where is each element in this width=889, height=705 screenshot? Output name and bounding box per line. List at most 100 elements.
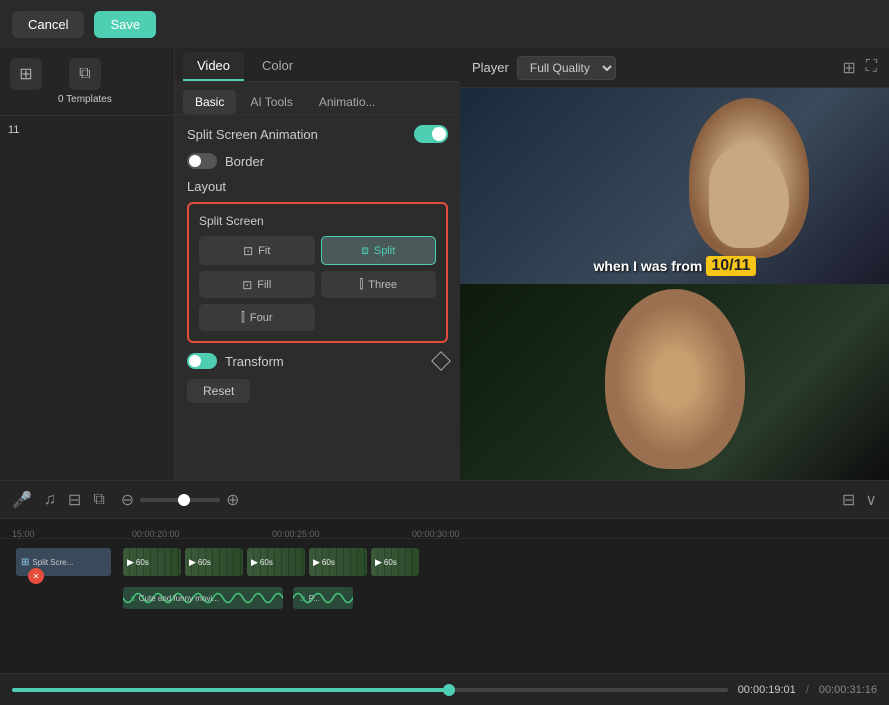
split-btn-three[interactable]: ⫿ Three	[321, 271, 437, 298]
progress-track[interactable]	[12, 688, 728, 692]
three-label: Three	[368, 279, 397, 291]
top-bar: Cancel Save	[0, 0, 889, 48]
caption-icon[interactable]: ⊟	[68, 490, 81, 510]
audio-clip-1[interactable]: ♫ Cute and funny movi...	[123, 587, 283, 609]
tl-right-icons: ⊟ ∨	[842, 490, 877, 510]
split-btn-split[interactable]: ⧈ Split	[321, 236, 437, 265]
split-btn-fill[interactable]: ⊡ Fill	[199, 271, 315, 298]
clip-label-2: 60s	[198, 558, 211, 567]
layout-title: Layout	[187, 179, 448, 194]
player-label: Player	[472, 60, 509, 75]
tab-video[interactable]: Video	[183, 52, 244, 81]
split-screen-box: Split Screen ⊡ Fit ⧈ Split ⊡ Fill	[187, 202, 448, 343]
progress-bar-area: 00:00:19:01 / 00:00:31:16	[0, 673, 889, 705]
player-area: Player Full Quality ⊞ ⛶ when I was from …	[460, 48, 889, 480]
sidebar-item-grid[interactable]: ⊞	[10, 58, 42, 105]
video-mockup: when I was from 10/11	[460, 88, 889, 480]
four-icon: ⫿	[241, 310, 245, 325]
transform-left: Transform	[187, 353, 284, 369]
audio-note-icon-1: ♫	[129, 593, 136, 603]
split-grid: ⊡ Fit ⧈ Split ⊡ Fill ⫿ T	[199, 236, 436, 331]
mic-icon[interactable]: 🎤	[12, 490, 32, 510]
split-clip-badge: ✕	[28, 568, 44, 584]
clip-video-5[interactable]: ▶ 60s	[371, 548, 419, 576]
split-animation-row: Split Screen Animation	[187, 125, 448, 143]
clip-video-4[interactable]: ▶ 60s	[309, 548, 367, 576]
clip-video-3[interactable]: ▶ 60s	[247, 548, 305, 576]
clip-label-1: 60s	[136, 558, 149, 567]
left-sidebar: ⊞ ⧉ 0 Templates 11	[0, 48, 175, 480]
grid-view-icon[interactable]: ⊞	[842, 58, 855, 78]
ruler-mark-3: 00:00:30:00	[412, 529, 460, 539]
split-clip[interactable]: ⊞ Split Scre... ✕	[16, 548, 111, 576]
audio-label-2: P...	[309, 594, 320, 603]
ruler-mark-2: 00:00:25:00	[272, 529, 320, 539]
border-row: Border	[187, 153, 448, 169]
player-icons: ⊞ ⛶	[842, 58, 877, 78]
transform-label: Transform	[225, 354, 284, 369]
diamond-icon[interactable]	[431, 351, 451, 371]
time-current: 00:00:19:01	[738, 684, 796, 696]
layout-section: Layout Split Screen ⊡ Fit ⧈ Split	[187, 179, 448, 343]
split-clip-label: Split Scre...	[32, 558, 73, 567]
sidebar-item-templates[interactable]: ⧉ 0 Templates	[58, 58, 112, 105]
reset-button[interactable]: Reset	[187, 379, 250, 403]
list-icon[interactable]: ⊟	[842, 490, 855, 510]
quality-select[interactable]: Full Quality	[517, 56, 616, 80]
track-row-split: ⊞ Split Scre... ✕ ▶ 60s ▶ 60s ▶	[0, 543, 889, 581]
transform-toggle[interactable]	[187, 353, 217, 369]
ruler-mark-0: 15:00	[12, 529, 35, 539]
fill-icon: ⊡	[242, 278, 252, 292]
overlay-icon[interactable]: ⧉	[93, 491, 104, 509]
sidebar-icons: ⊞ ⧉ 0 Templates	[0, 48, 174, 116]
border-label: Border	[225, 154, 264, 169]
center-panel: Video Color Basic AI Tools Animatio... S…	[175, 48, 460, 480]
timeline-toolbar: 🎤 ♫ ⊟ ⧉ ⊖ ⊕ ⊟ ∨	[0, 481, 889, 519]
border-toggle[interactable]	[187, 153, 217, 169]
subtitle-highlight: 10/11	[706, 256, 755, 276]
split-screen-title: Split Screen	[199, 214, 436, 228]
fullscreen-icon[interactable]: ⛶	[866, 58, 877, 78]
timeline-area: 🎤 ♫ ⊟ ⧉ ⊖ ⊕ ⊟ ∨ 15:00 00:00:20:00 00:00:…	[0, 480, 889, 705]
track-content-audio1: ♫ Cute and funny movi... ♫ P...	[8, 584, 889, 612]
music-icon[interactable]: ♫	[44, 491, 56, 509]
subtab-ai-tools[interactable]: AI Tools	[238, 90, 304, 114]
time-slash: /	[806, 684, 809, 696]
split-clip-icon: ⊞	[21, 557, 29, 568]
clip-video-1[interactable]: ▶ 60s	[123, 548, 181, 576]
split-btn-fit[interactable]: ⊡ Fit	[199, 236, 315, 265]
split-animation-toggle[interactable]	[414, 125, 448, 143]
zoom-slider[interactable]	[140, 498, 220, 502]
split-label: Split	[374, 245, 395, 257]
subtab-animation[interactable]: Animatio...	[307, 90, 388, 114]
zoom-out-button[interactable]: ⊖	[121, 490, 134, 510]
clip-icon-1: ▶	[127, 557, 134, 568]
zoom-slider-thumb	[178, 494, 190, 506]
expand-icon[interactable]: ∨	[865, 490, 877, 510]
subtab-basic[interactable]: Basic	[183, 90, 236, 114]
grid-icon: ⊞	[10, 58, 42, 90]
clip-label-5: 60s	[384, 558, 397, 567]
video-container: when I was from 10/11	[460, 88, 889, 480]
cancel-button[interactable]: Cancel	[12, 11, 84, 38]
split-btn-four[interactable]: ⫿ Four	[199, 304, 315, 331]
progress-fill	[12, 688, 449, 692]
clip-icon-4: ▶	[313, 557, 320, 568]
clip-icon-3: ▶	[251, 557, 258, 568]
zoom-in-button[interactable]: ⊕	[226, 490, 239, 510]
track-content-split: ⊞ Split Scre... ✕ ▶ 60s ▶ 60s ▶	[8, 548, 889, 576]
panel-content: Split Screen Animation Border Layout Spl…	[175, 115, 460, 413]
fill-label: Fill	[257, 279, 271, 291]
subtitle-text: when I was from	[593, 258, 702, 274]
progress-thumb	[443, 684, 455, 696]
video-bottom-frame	[460, 284, 889, 480]
clip-icon-5: ▶	[375, 557, 382, 568]
main-layout: ⊞ ⧉ 0 Templates 11 Video Color Basic AI …	[0, 48, 889, 480]
transform-row: Transform	[187, 353, 448, 369]
save-button[interactable]: Save	[94, 11, 156, 38]
tab-color[interactable]: Color	[248, 52, 307, 81]
clip-video-2[interactable]: ▶ 60s	[185, 548, 243, 576]
player-header: Player Full Quality ⊞ ⛶	[460, 48, 889, 88]
split-animation-label: Split Screen Animation	[187, 127, 318, 142]
audio-clip-2[interactable]: ♫ P...	[293, 587, 353, 609]
